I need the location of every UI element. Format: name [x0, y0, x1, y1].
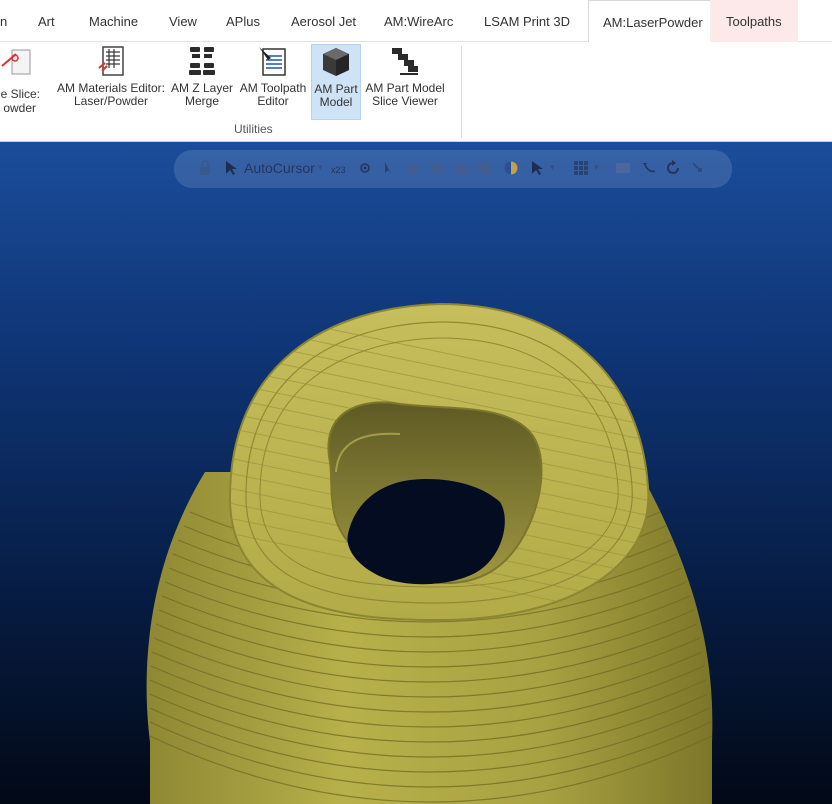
toolpath-editor-line2: Editor [257, 94, 289, 108]
view-toolbar: AutoCursor ▾ x23 ▾ ▾ [174, 150, 732, 188]
view-top-icon[interactable] [428, 159, 446, 177]
layer-merge-icon [189, 47, 215, 75]
3d-viewport[interactable]: AutoCursor ▾ x23 ▾ ▾ [0, 142, 832, 804]
filter-icon[interactable] [528, 159, 546, 177]
materials-editor-button[interactable]: AM Materials Editor: Laser/Powder [52, 44, 170, 120]
tab-view[interactable]: View [169, 0, 197, 42]
autocursor-label[interactable]: AutoCursor [244, 160, 315, 176]
ribbon-tab-bar: n Art Machine View APlus Aerosol Jet AM:… [0, 0, 832, 43]
tab-home-partial[interactable]: n [0, 0, 7, 42]
group-label-utilities: Utilities [234, 122, 273, 136]
pan-icon[interactable] [688, 159, 706, 177]
shaded-sphere-icon[interactable] [502, 159, 520, 177]
tab-am-laserpowder[interactable]: AM:LaserPowder [588, 0, 718, 43]
toolpath-editor-button[interactable]: AM Toolpath Editor [236, 44, 310, 120]
z-layer-merge-button[interactable]: AM Z Layer Merge [168, 44, 236, 120]
z-layer-merge-line2: Merge [184, 94, 219, 108]
tab-art[interactable]: Art [38, 0, 55, 42]
grid-dropdown-icon[interactable]: ▾ [594, 162, 599, 173]
part-model-slice-viewer-button[interactable]: AM Part Model Slice Viewer [362, 44, 448, 120]
tab-toolpaths[interactable]: Toolpaths [710, 0, 798, 42]
slice-button-line1: ne Slice: [0, 87, 40, 101]
lock-icon[interactable] [196, 159, 214, 177]
part-model-render [146, 302, 713, 804]
svg-text:x23: x23 [331, 165, 346, 175]
tab-lsam-print-3d[interactable]: LSAM Print 3D [484, 0, 570, 42]
select-arrow-icon[interactable] [380, 159, 398, 177]
toolpath-editor-icon [259, 47, 286, 76]
slice-viewer-line2: Slice Viewer [372, 94, 438, 108]
tab-aplus[interactable]: APlus [226, 0, 260, 42]
part-model-icon [323, 48, 349, 76]
window-icon[interactable] [614, 159, 632, 177]
part-model-line2: Model [319, 95, 353, 109]
tab-aerosol-jet[interactable]: Aerosol Jet [291, 0, 356, 42]
xyz-snap-icon[interactable]: x23 [330, 159, 348, 177]
slice-laser-powder-button[interactable]: ne Slice: owder [0, 44, 40, 120]
view-right-icon[interactable] [452, 159, 470, 177]
materials-editor-line2: Laser/Powder [73, 94, 149, 108]
ribbon-panel: ne Slice: owder AM Materials Editor: Las… [0, 42, 832, 142]
point-snap-icon[interactable] [356, 159, 374, 177]
autocursor-dropdown-icon[interactable]: ▾ [318, 162, 323, 173]
refresh-icon[interactable] [664, 159, 682, 177]
filter-dropdown-icon[interactable]: ▾ [550, 162, 555, 173]
cursor-icon[interactable] [222, 159, 240, 177]
tab-am-wirearc[interactable]: AM:WireArc [384, 0, 453, 42]
slice-button-line2: owder [3, 101, 36, 115]
tab-machine[interactable]: Machine [89, 0, 138, 42]
group-separator [461, 46, 462, 138]
view-iso-icon[interactable] [476, 159, 494, 177]
grid-icon[interactable] [572, 159, 590, 177]
part-model-button[interactable]: AM Part Model [311, 44, 361, 120]
materials-editor-icon [98, 46, 124, 76]
view-front-icon[interactable] [404, 159, 422, 177]
slice-laser-icon [1, 49, 31, 75]
rotate-icon[interactable] [640, 159, 658, 177]
slice-viewer-icon [392, 48, 418, 75]
